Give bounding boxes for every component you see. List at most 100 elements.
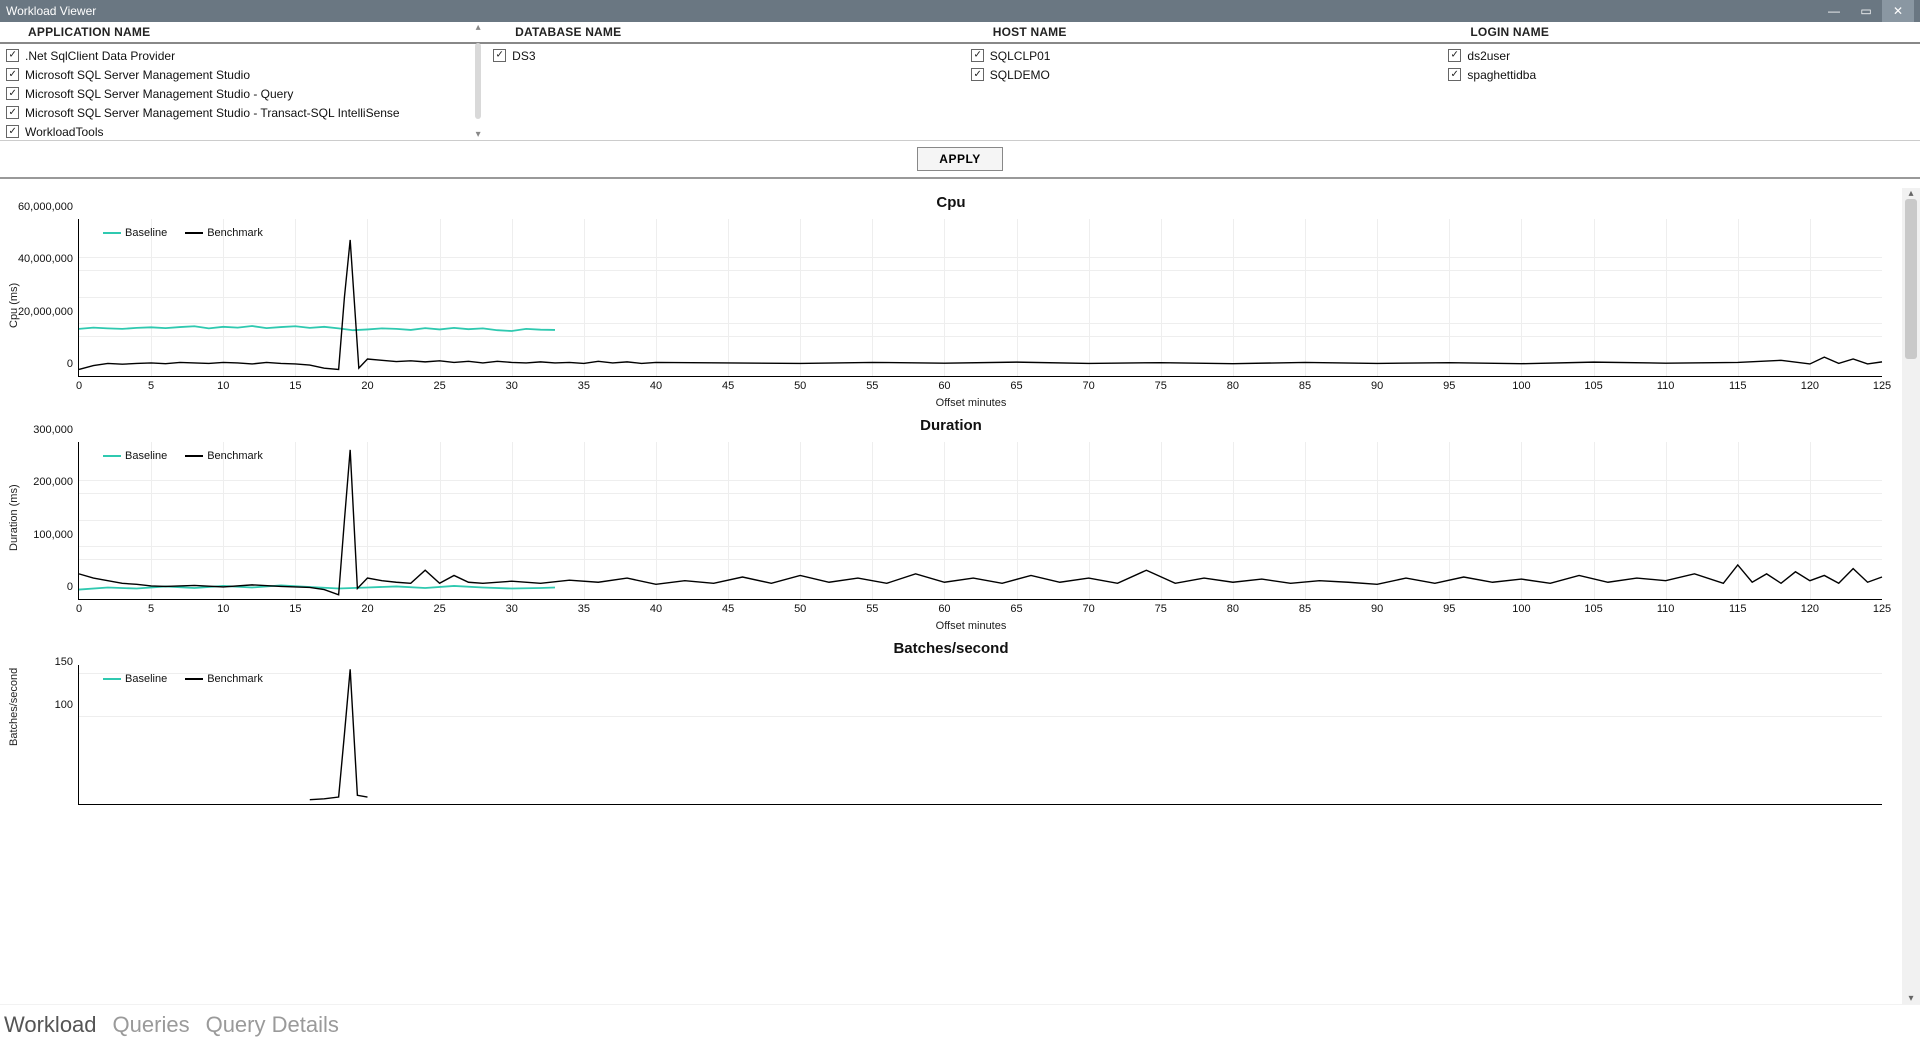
- apply-button[interactable]: APPLY: [917, 147, 1003, 171]
- filter-item-label: SQLCLP01: [990, 49, 1051, 63]
- x-tick: 100: [1512, 599, 1530, 615]
- filter-item[interactable]: WorkloadTools: [4, 122, 487, 140]
- chart-plot: Batches/second100150BaselineBenchmark: [60, 659, 1882, 809]
- x-tick: 115: [1729, 599, 1747, 615]
- filter-item-label: Microsoft SQL Server Management Studio -…: [25, 87, 293, 101]
- filter-column: HOST NAMESQLCLP01SQLDEMO: [965, 22, 1443, 140]
- series-svg: [79, 442, 1882, 599]
- tab-query-details[interactable]: Query Details: [206, 1012, 339, 1040]
- series-svg: [79, 665, 1882, 804]
- legend-benchmark: Benchmark: [185, 227, 263, 239]
- scroll-up-icon[interactable]: ▴: [1908, 188, 1913, 199]
- plot-area[interactable]: 100150BaselineBenchmark: [78, 665, 1882, 805]
- plot-area[interactable]: 0100,000200,000300,000051015202530354045…: [78, 442, 1882, 600]
- filter-list: ds2user spaghettidba: [1442, 44, 1920, 86]
- checkbox-icon[interactable]: [6, 87, 19, 100]
- filter-column: LOGIN NAME ds2user spaghettidba: [1442, 22, 1920, 140]
- filter-header: APPLICATION NAME: [0, 22, 487, 44]
- x-tick: 50: [794, 599, 806, 615]
- x-tick: 35: [578, 376, 590, 392]
- x-tick: 110: [1657, 599, 1675, 615]
- vertical-scrollbar[interactable]: ▴ ▾: [1902, 188, 1920, 1004]
- x-tick: 45: [722, 376, 734, 392]
- checkbox-icon[interactable]: [971, 49, 984, 62]
- x-tick: 75: [1155, 376, 1167, 392]
- filter-header: LOGIN NAME: [1442, 22, 1920, 44]
- y-axis-label: Batches/second: [8, 668, 20, 746]
- checkbox-icon[interactable]: [6, 125, 19, 138]
- filter-item-label: ds2user: [1467, 49, 1510, 63]
- x-tick: 125: [1873, 599, 1891, 615]
- x-tick: 120: [1801, 599, 1819, 615]
- x-tick: 55: [866, 376, 878, 392]
- apply-row: APPLY: [0, 141, 1920, 179]
- legend-baseline: Baseline: [103, 227, 167, 239]
- filter-list: DS3: [487, 44, 965, 67]
- y-tick: 0: [67, 358, 79, 370]
- legend-benchmark: Benchmark: [185, 450, 263, 462]
- x-tick: 70: [1083, 376, 1095, 392]
- maximize-button[interactable]: ▭: [1850, 0, 1882, 22]
- series-benchmark: [79, 450, 1882, 595]
- x-tick: 105: [1584, 599, 1602, 615]
- filter-item-label: SQLDEMO: [990, 68, 1050, 82]
- x-tick: 90: [1371, 376, 1383, 392]
- minimize-button[interactable]: —: [1818, 0, 1850, 22]
- checkbox-icon[interactable]: [6, 49, 19, 62]
- x-tick: 85: [1299, 376, 1311, 392]
- chart-duration: DurationDuration (ms)0100,000200,000300,…: [0, 411, 1902, 634]
- scroll-thumb[interactable]: [1905, 199, 1917, 359]
- filter-item[interactable]: SQLCLP01: [969, 46, 1443, 65]
- chart-plot: Duration (ms)0100,000200,000300,00005101…: [60, 436, 1882, 634]
- tab-workload[interactable]: Workload: [4, 1012, 97, 1040]
- plot-area[interactable]: 020,000,00040,000,00060,000,000051015202…: [78, 219, 1882, 377]
- x-tick: 125: [1873, 376, 1891, 392]
- chart-legend: BaselineBenchmark: [103, 673, 263, 685]
- filter-item[interactable]: ds2user: [1446, 46, 1920, 65]
- checkbox-icon[interactable]: [1448, 49, 1461, 62]
- x-tick: 20: [361, 376, 373, 392]
- y-tick: 100: [55, 699, 79, 711]
- checkbox-icon[interactable]: [971, 68, 984, 81]
- series-benchmark: [310, 669, 368, 799]
- x-tick: 25: [433, 599, 445, 615]
- filter-item[interactable]: Microsoft SQL Server Management Studio -…: [4, 103, 487, 122]
- x-tick: 10: [217, 599, 229, 615]
- close-button[interactable]: ✕: [1882, 0, 1914, 22]
- filter-item[interactable]: Microsoft SQL Server Management Studio -…: [4, 84, 487, 103]
- series-svg: [79, 219, 1882, 376]
- filter-list: SQLCLP01 SQLDEMO: [965, 44, 1443, 86]
- checkbox-icon[interactable]: [1448, 68, 1461, 81]
- filter-item-label: .Net SqlClient Data Provider: [25, 49, 175, 63]
- checkbox-icon[interactable]: [6, 68, 19, 81]
- x-tick: 5: [148, 599, 154, 615]
- x-tick: 55: [866, 599, 878, 615]
- x-tick: 30: [506, 599, 518, 615]
- x-tick: 105: [1584, 376, 1602, 392]
- chart-cpu: CpuCpu (ms)020,000,00040,000,00060,000,0…: [0, 188, 1902, 411]
- filter-column: APPLICATION NAME .Net SqlClient Data Prov…: [0, 22, 487, 140]
- filter-bar: APPLICATION NAME .Net SqlClient Data Prov…: [0, 22, 1920, 141]
- filter-item[interactable]: SQLDEMO: [969, 65, 1443, 84]
- x-tick: 30: [506, 376, 518, 392]
- y-tick: 20,000,000: [18, 306, 79, 318]
- checkbox-icon[interactable]: [6, 106, 19, 119]
- chart-title: Batches/second: [16, 640, 1886, 657]
- chart-legend: Baseline Benchmark: [103, 227, 263, 239]
- checkbox-icon[interactable]: [493, 49, 506, 62]
- x-tick: 75: [1155, 599, 1167, 615]
- x-tick: 5: [148, 376, 154, 392]
- scroll-down-icon[interactable]: ▾: [1908, 993, 1913, 1004]
- tab-queries[interactable]: Queries: [113, 1012, 190, 1040]
- x-tick: 115: [1729, 376, 1747, 392]
- y-tick: 100,000: [33, 529, 79, 541]
- filter-item[interactable]: .Net SqlClient Data Provider: [4, 46, 487, 65]
- x-tick: 50: [794, 376, 806, 392]
- filter-item[interactable]: spaghettidba: [1446, 65, 1920, 84]
- filter-item[interactable]: DS3: [491, 46, 965, 65]
- filter-header: DATABASE NAME: [487, 22, 965, 44]
- x-tick: 70: [1083, 599, 1095, 615]
- x-tick: 15: [289, 599, 301, 615]
- y-tick: 60,000,000: [18, 201, 79, 213]
- filter-item[interactable]: Microsoft SQL Server Management Studio: [4, 65, 487, 84]
